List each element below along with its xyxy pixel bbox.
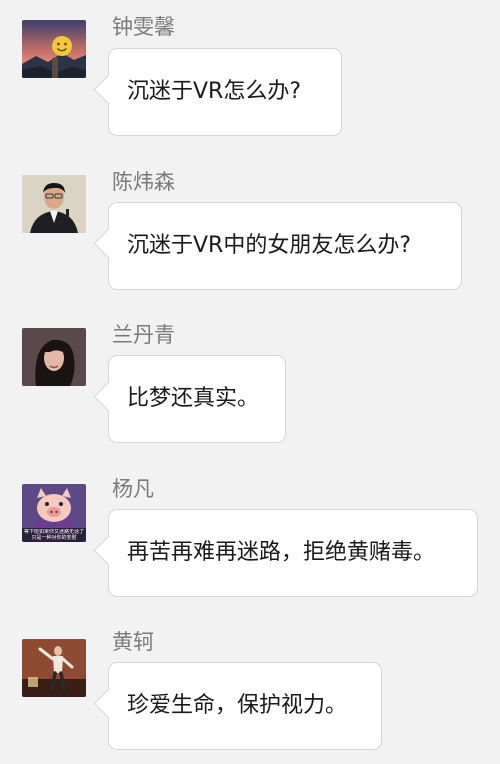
avatar-image-man-portrait	[22, 175, 86, 233]
avatar[interactable]	[22, 20, 86, 78]
message-bubble[interactable]: 珍爱生命，保护视力。	[93, 662, 382, 750]
avatar[interactable]	[22, 328, 86, 386]
message-bubble[interactable]: 再苦再难再迷路，拒绝黄赌毒。	[93, 509, 478, 597]
message-text: 沉迷于VR怎么办?	[127, 79, 302, 104]
sender-name: 杨凡	[112, 477, 154, 501]
avatar-image-woman-portrait	[22, 328, 86, 386]
message-text: 沉迷于VR中的女朋友怎么办?	[127, 233, 412, 258]
chat-thread: 钟雯馨 沉迷于VR怎么办? 陈炜森 沉迷于VR中的女朋友怎么办? 兰丹青 比梦还…	[0, 0, 500, 764]
sender-name: 黄轲	[112, 630, 154, 654]
avatar[interactable]	[22, 175, 86, 233]
sender-name: 兰丹青	[112, 323, 175, 347]
bubble-tail	[93, 381, 124, 412]
message-text: 再苦再难再迷路，拒绝黄赌毒。	[127, 540, 436, 565]
avatar-caption: 等下班如果你又迷路无话了 只是一种对你的安慰	[24, 529, 84, 541]
avatar[interactable]	[22, 639, 86, 697]
bubble-tail	[93, 74, 124, 105]
avatar-image-landscape-smiley	[22, 20, 86, 78]
bubble-tail	[93, 688, 124, 719]
avatar-image-stage-performer	[22, 639, 86, 697]
message-bubble[interactable]: 沉迷于VR中的女朋友怎么办?	[93, 202, 462, 290]
bubble-tail	[93, 228, 124, 259]
message-bubble[interactable]: 比梦还真实。	[93, 355, 286, 443]
message-bubble[interactable]: 沉迷于VR怎么办?	[93, 48, 342, 136]
avatar[interactable]: 等下班如果你又迷路无话了 只是一种对你的安慰	[22, 484, 86, 542]
message-text: 比梦还真实。	[127, 386, 260, 411]
message-text: 珍爱生命，保护视力。	[127, 693, 348, 718]
bubble-tail	[93, 535, 124, 566]
sender-name: 钟雯馨	[112, 15, 175, 39]
sender-name: 陈炜森	[112, 170, 175, 194]
